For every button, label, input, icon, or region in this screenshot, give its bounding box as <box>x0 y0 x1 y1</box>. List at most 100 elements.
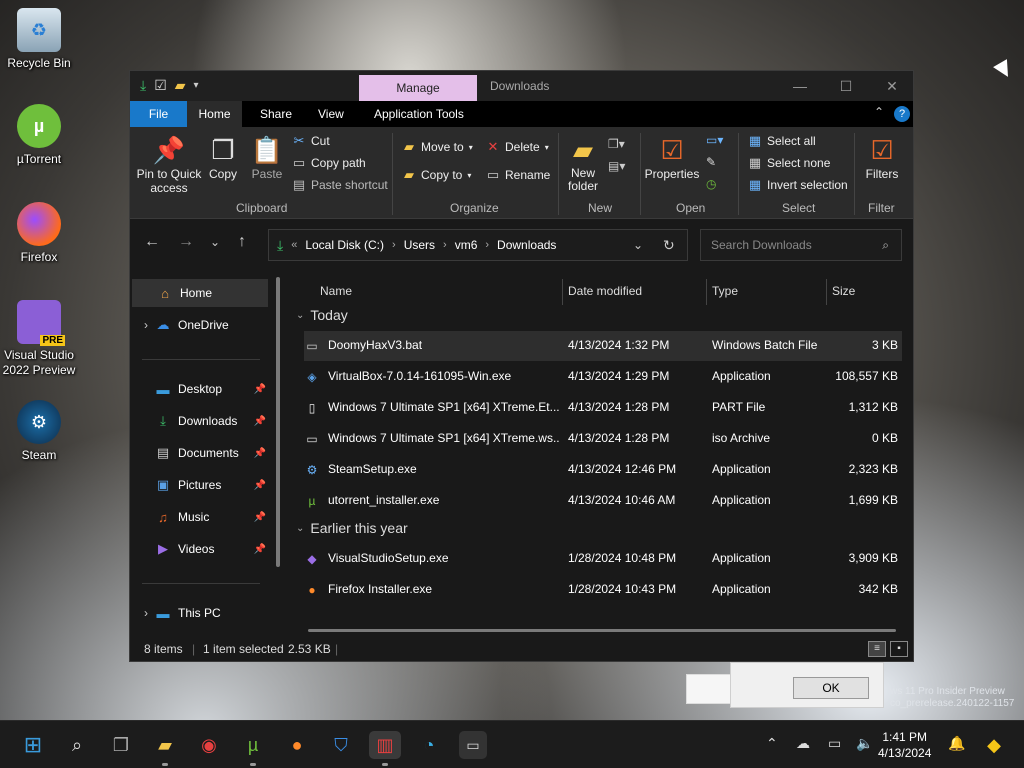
search-icon[interactable]: ⌕ <box>63 731 91 759</box>
collapse-ribbon-icon[interactable]: ⌃ <box>874 105 884 119</box>
tab-view[interactable]: View <box>308 101 354 127</box>
onedrive-status-icon[interactable]: ☁ <box>796 735 810 752</box>
tab-file[interactable]: File <box>130 101 187 127</box>
tab-home[interactable]: Home <box>187 101 242 127</box>
breadcrumb-overflow-icon[interactable]: « <box>291 239 297 251</box>
table-row[interactable]: ▯ Windows 7 Ultimate SP1 [x64] XTreme.Et… <box>304 393 902 423</box>
copy-to-button[interactable]: ▰ Copy to ▾ <box>402 165 471 185</box>
paste-button[interactable]: 📋 Paste <box>248 133 286 181</box>
back-button[interactable]: ← <box>144 233 160 251</box>
expand-chevron-icon[interactable]: › <box>138 606 154 620</box>
show-hidden-icons[interactable]: ⌃ <box>766 735 778 752</box>
history-icon[interactable]: ◷ <box>706 177 716 191</box>
notifications-icon[interactable]: 🔔 <box>948 735 965 752</box>
details-view-icon[interactable]: ≡ <box>868 641 886 657</box>
table-row[interactable]: ◈ VirtualBox-7.0.14-161095-Win.exe 4/13/… <box>304 362 902 392</box>
network-icon[interactable]: ▭ <box>828 735 841 752</box>
column-header-type[interactable]: Type <box>712 277 738 305</box>
column-header-date[interactable]: Date modified <box>568 277 642 305</box>
defender-shield-icon[interactable]: ⛉ <box>327 731 355 759</box>
desktop-icon-recycle-bin[interactable]: ♻ Recycle Bin <box>2 8 76 71</box>
new-folder-button[interactable]: ▰ New folder <box>564 133 602 193</box>
tab-share[interactable]: Share <box>250 101 302 127</box>
table-row[interactable]: ▭ Windows 7 Ultimate SP1 [x64] XTreme.ws… <box>304 424 902 454</box>
tab-application-tools[interactable]: Application Tools <box>364 101 474 127</box>
horizontal-scrollbar[interactable] <box>308 629 896 632</box>
breadcrumb-vm6[interactable]: vm6 <box>455 238 478 252</box>
column-separator[interactable] <box>826 279 827 305</box>
group-header-earlier-this-year[interactable]: ⌄ Earlier this year <box>296 516 408 540</box>
new-item-icon[interactable]: ❐▾ <box>608 137 625 151</box>
terminal-icon[interactable]: ▭ <box>459 731 487 759</box>
cut-button[interactable]: ✂ Cut <box>292 131 330 151</box>
contextual-tab-manage[interactable]: Manage <box>359 75 477 102</box>
pin-icon[interactable]: 📌 <box>254 480 266 491</box>
column-header-size[interactable]: Size <box>832 277 855 305</box>
expand-chevron-icon[interactable]: › <box>138 318 154 332</box>
table-row[interactable]: µ utorrent_installer.exe 4/13/2024 10:46… <box>304 486 902 516</box>
table-row[interactable]: ▭ DoomyHaxV3.bat 4/13/2024 1:32 PM Windo… <box>304 331 902 361</box>
move-to-button[interactable]: ▰ Move to ▾ <box>402 137 473 157</box>
chevron-right-icon[interactable]: › <box>392 239 396 251</box>
start-icon[interactable]: ⊞ <box>19 731 47 759</box>
address-dropdown-icon[interactable]: ⌄ <box>633 238 643 252</box>
nav-item-this-pc[interactable]: › ▬ This PC <box>130 599 270 627</box>
nav-item-music[interactable]: ♫ Music 📌 <box>130 503 270 531</box>
task-view-icon[interactable]: ❐ <box>107 731 135 759</box>
large-icons-view-icon[interactable]: ▪ <box>890 641 908 657</box>
pin-icon[interactable]: 📌 <box>254 384 266 395</box>
close-button[interactable]: ✕ <box>870 75 914 97</box>
help-icon[interactable]: ? <box>894 106 910 122</box>
chrome-icon[interactable]: ◉ <box>195 731 223 759</box>
chevron-right-icon[interactable]: › <box>443 239 447 251</box>
nav-item-home[interactable]: ⌂ Home <box>132 279 268 307</box>
desktop-icon-steam[interactable]: ⚙ Steam <box>2 400 76 463</box>
easy-access-icon[interactable]: ▤▾ <box>608 159 625 173</box>
nav-item-pictures[interactable]: ▣ Pictures 📌 <box>130 471 270 499</box>
file-explorer-icon[interactable]: ▰ <box>151 731 179 759</box>
copilot-preview-icon[interactable]: ◆ <box>980 731 1008 759</box>
edge-icon[interactable]: ◔ <box>415 731 443 759</box>
utorrent-icon[interactable]: µ <box>239 731 267 759</box>
desktop-icon-firefox[interactable]: Firefox <box>2 202 76 265</box>
desktop-icon-visual-studio[interactable]: PRE Visual Studio 2022 Preview <box>2 300 76 378</box>
pin-icon[interactable]: 📌 <box>254 448 266 459</box>
breadcrumb-downloads[interactable]: Downloads <box>497 238 556 252</box>
desktop-icon-utorrent[interactable]: µ µTorrent <box>2 104 76 167</box>
folder-icon[interactable]: ▰ <box>175 77 186 94</box>
pin-icon[interactable]: 📌 <box>254 544 266 555</box>
open-icon[interactable]: ▭▾ <box>706 133 723 147</box>
refresh-icon[interactable]: ↻ <box>663 237 675 254</box>
nav-item-onedrive[interactable]: › ☁ OneDrive <box>130 311 270 339</box>
pin-icon[interactable]: 📌 <box>254 512 266 523</box>
chevron-right-icon[interactable]: › <box>485 239 489 251</box>
up-button[interactable]: ↑ <box>238 233 246 251</box>
properties-button[interactable]: ☑ Properties <box>644 133 700 181</box>
customize-toolbar-icon[interactable]: ▾ <box>194 80 199 91</box>
clock[interactable]: 1:41 PM 4/13/2024 <box>878 729 931 761</box>
table-row[interactable]: ● Firefox Installer.exe 1/28/2024 10:43 … <box>304 575 902 605</box>
address-bar[interactable]: ⤓ « Local Disk (C:) › Users › vm6 › Down… <box>268 229 688 261</box>
nav-item-downloads[interactable]: ⤓ Downloads 📌 <box>130 407 270 435</box>
forward-button[interactable]: → <box>178 233 194 251</box>
column-separator[interactable] <box>562 279 563 305</box>
nav-scrollbar[interactable] <box>276 277 280 567</box>
table-row[interactable]: ⚙ SteamSetup.exe 4/13/2024 12:46 PM Appl… <box>304 455 902 485</box>
winrar-icon[interactable]: ▥ <box>369 731 401 759</box>
column-header-name[interactable]: Name <box>320 277 352 305</box>
firefox-icon[interactable]: ● <box>283 731 311 759</box>
select-none-button[interactable]: ▦ Select none <box>748 153 831 173</box>
delete-button[interactable]: ✕ Delete ▾ <box>486 137 549 157</box>
breadcrumb-users[interactable]: Users <box>404 238 435 252</box>
breadcrumb-local-disk[interactable]: Local Disk (C:) <box>305 238 384 252</box>
select-all-button[interactable]: ▦ Select all <box>748 131 816 151</box>
minimize-button[interactable]: — <box>778 75 822 97</box>
maximize-button[interactable]: ☐ <box>824 75 868 97</box>
pin-quick-access-button[interactable]: 📌 Pin to Quick access <box>136 133 202 195</box>
properties-icon[interactable]: ☑ <box>154 77 167 94</box>
filters-button[interactable]: ☑ Filters <box>862 133 902 181</box>
copy-path-button[interactable]: ▭ Copy path <box>292 153 366 173</box>
nav-item-documents[interactable]: ▤ Documents 📌 <box>130 439 270 467</box>
recent-locations-button[interactable]: ⌄ <box>210 235 220 249</box>
rename-button[interactable]: ▭ Rename <box>486 165 551 185</box>
